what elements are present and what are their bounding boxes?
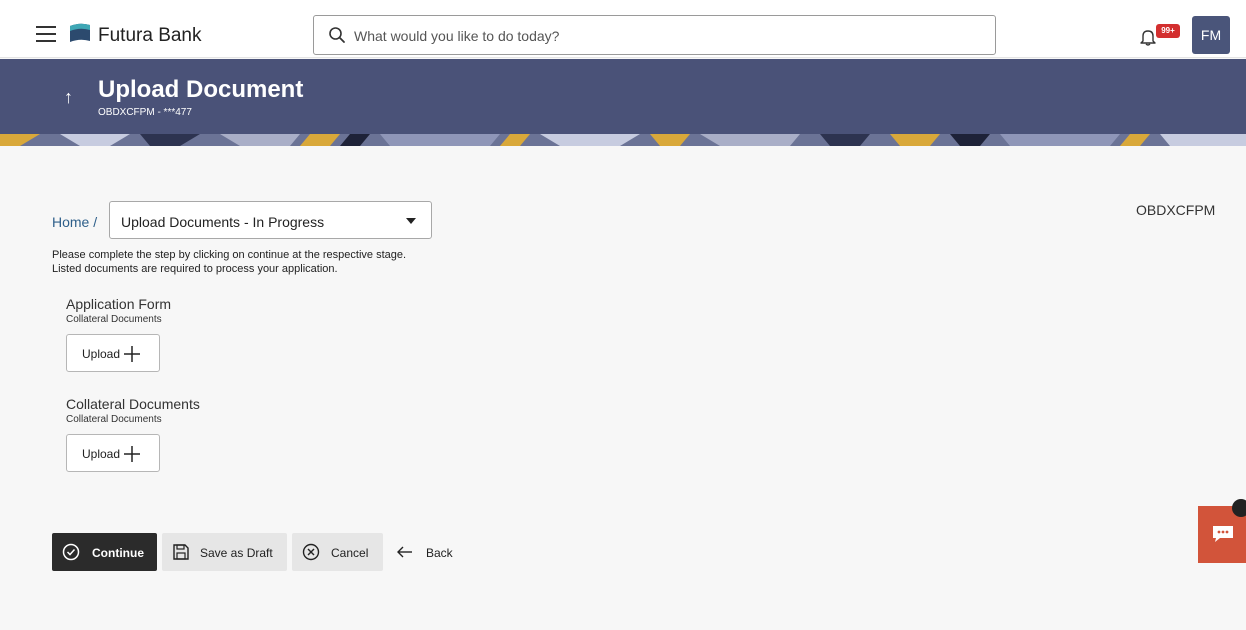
instruction-text: Listed documents are required to process… [52,263,338,275]
instruction-text: Please complete the step by clicking on … [52,249,407,261]
brand-name: Futura Bank [98,25,202,46]
save-as-draft-button[interactable]: Save as Draft [162,533,287,571]
check-circle-icon [62,543,80,561]
caret-down-icon [406,218,416,224]
continue-button[interactable]: Continue [52,533,157,571]
upload-button[interactable]: Upload [66,334,160,372]
document-title: Collateral Documents [66,396,200,412]
user-code-label: OBDXCFPM [1136,202,1216,218]
upload-button-label: Upload [82,447,121,461]
plus-icon [124,446,140,462]
page-title: Upload Document [98,76,304,103]
decorative-banner-pattern [0,134,1246,146]
bell-icon[interactable] [1140,28,1156,46]
notification-badge: 99+ [1156,24,1180,38]
continue-label: Continue [92,546,144,560]
avatar[interactable]: FM [1192,16,1230,54]
upload-button[interactable]: Upload [66,434,160,472]
top-navigation-bar: Futura Bank 99+ FM [0,0,1246,58]
cancel-circle-icon [302,543,320,561]
bank-logo-icon [70,23,90,42]
hamburger-menu-icon[interactable] [36,26,56,42]
cancel-button[interactable]: Cancel [292,533,383,571]
save-icon [173,544,189,560]
breadcrumb-home-link[interactable]: Home / [52,214,97,230]
page-subtitle: OBDXCFPM - ***477 [98,107,192,118]
page-header: ↑ Upload Document OBDXCFPM - ***477 [0,59,1246,134]
arrow-left-icon [397,546,412,558]
application-status-dropdown[interactable]: Upload Documents - In Progress [109,201,432,239]
document-subtitle: Collateral Documents [66,314,162,325]
chat-icon [1213,526,1233,542]
chat-notification-badge [1232,499,1246,517]
up-arrow-icon: ↑ [64,87,73,107]
document-subtitle: Collateral Documents [66,414,162,425]
back-button[interactable]: Back [390,533,460,571]
document-title: Application Form [66,296,172,312]
search-input[interactable] [354,25,974,47]
search-icon [329,27,345,43]
cancel-label: Cancel [331,546,369,560]
save-as-draft-label: Save as Draft [200,546,273,560]
plus-icon [124,346,140,362]
back-label: Back [426,546,453,560]
search-bar[interactable] [313,15,996,55]
dropdown-selected-value: Upload Documents - In Progress [121,214,325,230]
upload-button-label: Upload [82,347,121,361]
